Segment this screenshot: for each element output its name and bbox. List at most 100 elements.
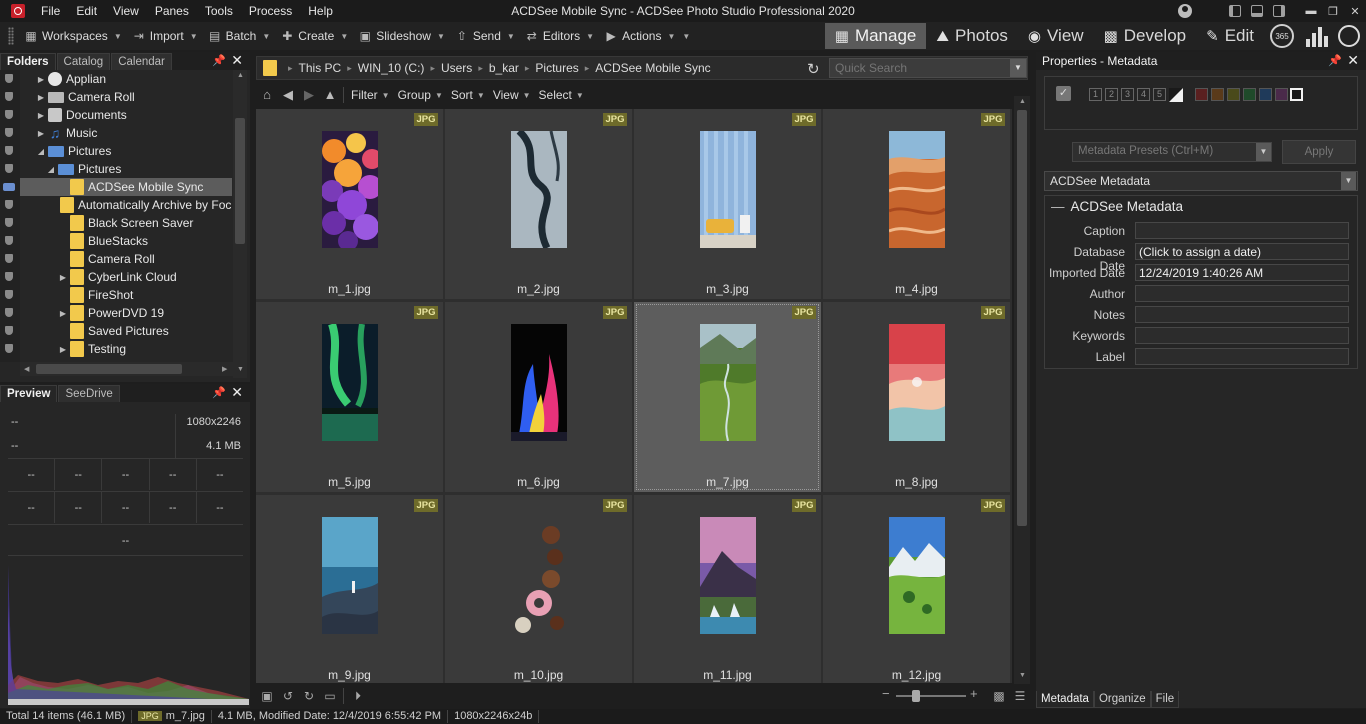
color-label-purple[interactable]	[1275, 88, 1288, 101]
editors-button[interactable]: ⇄ Editors ▼	[520, 25, 599, 47]
menu-help[interactable]: Help	[300, 4, 341, 18]
tab-file[interactable]: File	[1150, 691, 1180, 708]
search-dropdown-icon[interactable]: ▼	[1010, 59, 1026, 77]
thumbnail-m-12[interactable]: JPG m_12.jpg	[823, 495, 1010, 683]
expand-arrow-icon[interactable]: ▶	[58, 273, 68, 282]
up-folder-icon[interactable]: ▲	[322, 87, 338, 103]
breadcrumb-separator-icon[interactable]: ▸	[582, 63, 593, 74]
toolbar-overflow-icon[interactable]: ▼	[682, 32, 690, 41]
thumbnail-grid-scrollbar[interactable]: ▲ ▼	[1014, 96, 1030, 684]
user-account-icon[interactable]	[1178, 4, 1192, 18]
tree-item-camera-roll[interactable]: ▶ Camera Roll	[20, 88, 232, 106]
expand-arrow-icon[interactable]: ▶	[58, 309, 68, 318]
mode-tab-view[interactable]: ◉ View	[1018, 23, 1094, 49]
thumbnail-m-3[interactable]: JPG m_3.jpg	[634, 109, 821, 299]
tree-item-documents[interactable]: ▶ Documents	[20, 106, 232, 124]
tree-item-pictures-library[interactable]: ◢ Pictures	[20, 142, 232, 160]
layout-right-pane-icon[interactable]	[1268, 0, 1290, 22]
tab-folders[interactable]: Folders	[0, 53, 56, 70]
layout-left-pane-icon[interactable]	[1224, 0, 1246, 22]
mode-tab-photos[interactable]: ⛰ Photos	[926, 23, 1018, 49]
view-button[interactable]: View ▼	[489, 88, 535, 102]
close-icon[interactable]: ✕	[231, 52, 243, 69]
workspaces-button[interactable]: ▦ Workspaces ▼	[19, 25, 127, 47]
breadcrumb-separator-icon[interactable]: ▸	[475, 63, 486, 74]
slideshow-button[interactable]: ▣ Slideshow ▼	[353, 25, 450, 47]
collapse-minus-icon[interactable]: —	[1051, 199, 1065, 214]
group-button[interactable]: Group ▼	[394, 88, 447, 102]
back-arrow-icon[interactable]: ◀	[280, 87, 296, 103]
quick-search-input[interactable]	[829, 58, 1027, 78]
mode-tab-manage[interactable]: ▦ Manage	[824, 23, 927, 49]
tab-organize[interactable]: Organize	[1093, 691, 1151, 708]
folder-tree-horizontal-scrollbar[interactable]: ◀ ▶	[20, 362, 233, 376]
scroll-down-arrow-icon[interactable]: ▼	[1019, 672, 1026, 679]
color-label-orange[interactable]	[1211, 88, 1224, 101]
details-view-icon[interactable]: ☰	[1012, 688, 1028, 704]
scroll-up-arrow-icon[interactable]: ▲	[237, 72, 244, 79]
batch-button[interactable]: ▤ Batch ▼	[203, 25, 276, 47]
minimize-button[interactable]: ▬	[1300, 0, 1322, 22]
expand-arrow-icon[interactable]: ▶	[58, 345, 68, 354]
tree-item-bluestacks[interactable]: BlueStacks	[20, 232, 232, 250]
scroll-down-arrow-icon[interactable]: ▼	[237, 366, 244, 373]
tab-calendar[interactable]: Calendar	[111, 53, 172, 70]
collapse-arrow-icon[interactable]: ◢	[36, 147, 46, 156]
tab-catalog[interactable]: Catalog	[56, 53, 111, 70]
color-label-yellow[interactable]	[1227, 88, 1240, 101]
toolbar-grip[interactable]	[8, 27, 14, 45]
tree-item-powerdvd-19[interactable]: ▶ PowerDVD 19	[20, 304, 232, 322]
label-field[interactable]	[1135, 348, 1349, 365]
rotate-left-icon[interactable]: ↺	[280, 688, 296, 704]
metadata-view-select[interactable]: ACDSee Metadata	[1044, 171, 1358, 191]
compare-icon[interactable]: ▭	[322, 688, 338, 704]
apps-menu-icon[interactable]	[1338, 25, 1360, 47]
breadcrumb-user[interactable]: b_kar	[486, 61, 522, 75]
folder-tree-vertical-scrollbar[interactable]: ▲ ▼	[233, 70, 247, 378]
breadcrumb-pictures[interactable]: Pictures	[532, 61, 581, 75]
sort-button[interactable]: Sort ▼	[447, 88, 489, 102]
rating-2-button[interactable]: 2	[1105, 88, 1118, 101]
menu-file[interactable]: File	[33, 4, 68, 18]
refresh-icon[interactable]: ↻	[807, 60, 820, 78]
tab-preview[interactable]: Preview	[0, 385, 58, 402]
tree-item-camera-roll-2[interactable]: Camera Roll	[20, 250, 232, 268]
rotate-right-icon[interactable]: ↻	[301, 688, 317, 704]
thumbnail-m-9[interactable]: JPG m_9.jpg	[256, 495, 443, 683]
tree-item-music[interactable]: ▶ ♫ Music	[20, 124, 232, 142]
caption-field[interactable]	[1135, 222, 1349, 239]
breadcrumb-separator-icon[interactable]: ▸	[344, 63, 355, 74]
breadcrumb-separator-icon[interactable]: ▸	[285, 63, 296, 74]
pin-icon[interactable]: 📌	[212, 386, 226, 399]
create-button[interactable]: ✚ Create ▼	[275, 25, 353, 47]
select-button[interactable]: Select ▼	[535, 88, 588, 102]
tree-item-pictures[interactable]: ◢ Pictures	[20, 160, 232, 178]
thumbnail-m-6[interactable]: JPG m_6.jpg	[445, 302, 632, 492]
author-field[interactable]	[1135, 285, 1349, 302]
close-window-button[interactable]: ✕	[1344, 0, 1366, 22]
collapse-arrow-icon[interactable]: ◢	[46, 165, 56, 174]
notes-field[interactable]	[1135, 306, 1349, 323]
app-logo-icon[interactable]	[11, 4, 25, 18]
expand-arrow-icon[interactable]: ▶	[36, 111, 46, 120]
color-label-red[interactable]	[1195, 88, 1208, 101]
clear-color-label-icon[interactable]	[1290, 88, 1303, 101]
import-button[interactable]: ⇥ Import ▼	[127, 25, 203, 47]
tree-item-fireshot[interactable]: FireShot	[20, 286, 232, 304]
keywords-field[interactable]	[1135, 327, 1349, 344]
apply-button[interactable]: Apply	[1282, 140, 1356, 164]
scroll-up-arrow-icon[interactable]: ▲	[1019, 98, 1026, 105]
clear-rating-icon[interactable]	[1169, 88, 1183, 102]
close-icon[interactable]: ✕	[1347, 52, 1359, 69]
scrollbar-thumb[interactable]	[235, 118, 245, 244]
rating-5-button[interactable]: 5	[1153, 88, 1166, 101]
thumbnail-m-7[interactable]: JPG m_7.jpg	[634, 302, 821, 492]
color-label-green[interactable]	[1243, 88, 1256, 101]
tree-item-testing[interactable]: ▶ Testing	[20, 340, 232, 358]
thumbnail-m-2[interactable]: JPG m_2.jpg	[445, 109, 632, 299]
imported-date-field[interactable]: 12/24/2019 1:40:26 AM	[1135, 264, 1349, 281]
rating-1-button[interactable]: 1	[1089, 88, 1102, 101]
database-date-field[interactable]: (Click to assign a date)	[1135, 243, 1349, 260]
expand-arrow-icon[interactable]: ▶	[36, 93, 46, 102]
breadcrumb-users[interactable]: Users	[438, 61, 475, 75]
